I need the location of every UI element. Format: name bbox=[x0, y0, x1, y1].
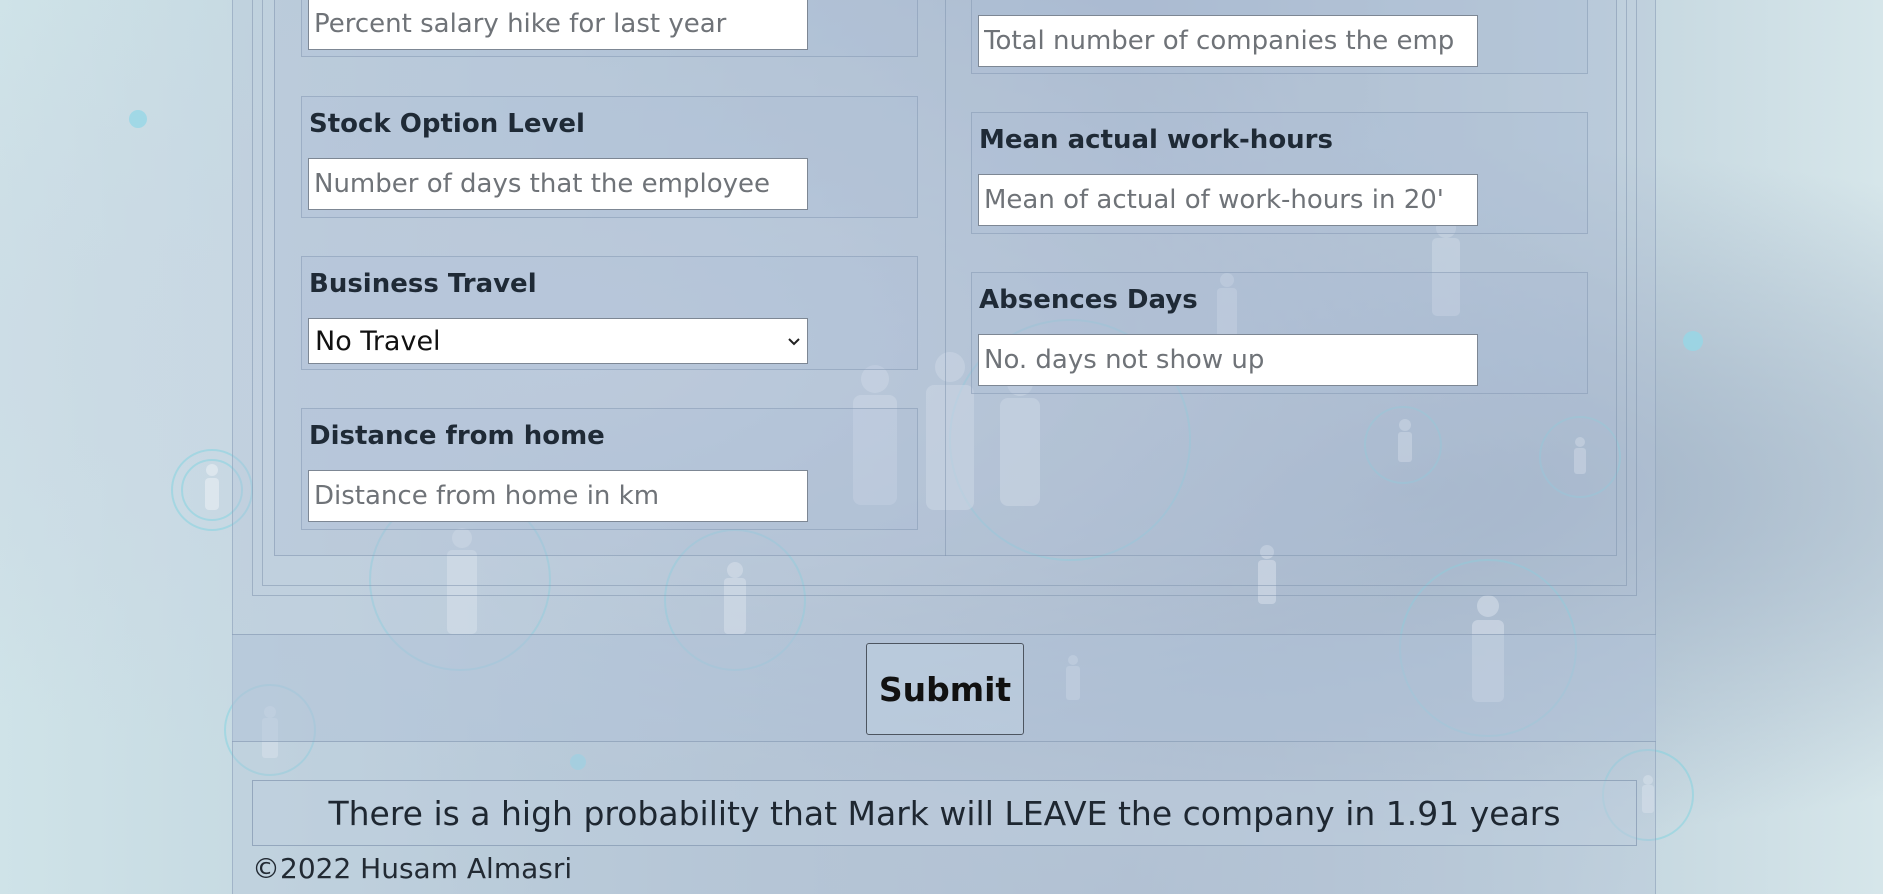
chevron-down-icon bbox=[787, 332, 801, 351]
footer-copyright: ©2022 Husam Almasri bbox=[252, 852, 573, 885]
prediction-result: There is a high probability that Mark wi… bbox=[252, 780, 1637, 846]
business-travel-selected: No Travel bbox=[315, 325, 441, 357]
salary-hike-input[interactable] bbox=[308, 0, 808, 50]
mean-hours-label: Mean actual work-hours bbox=[979, 125, 1333, 155]
business-travel-select[interactable]: No Travel bbox=[308, 318, 808, 364]
mean-hours-input[interactable] bbox=[978, 174, 1478, 226]
business-travel-label: Business Travel bbox=[309, 269, 537, 299]
num-companies-input[interactable] bbox=[978, 15, 1478, 67]
submit-button[interactable]: Submit bbox=[866, 643, 1024, 735]
prediction-result-text: There is a high probability that Mark wi… bbox=[328, 793, 1561, 833]
distance-home-input[interactable] bbox=[308, 470, 808, 522]
absences-input[interactable] bbox=[978, 334, 1478, 386]
stock-option-label: Stock Option Level bbox=[309, 109, 585, 139]
distance-home-label: Distance from home bbox=[309, 421, 605, 451]
absences-label: Absences Days bbox=[979, 285, 1198, 315]
stock-option-input[interactable] bbox=[308, 158, 808, 210]
column-divider bbox=[945, 0, 946, 556]
